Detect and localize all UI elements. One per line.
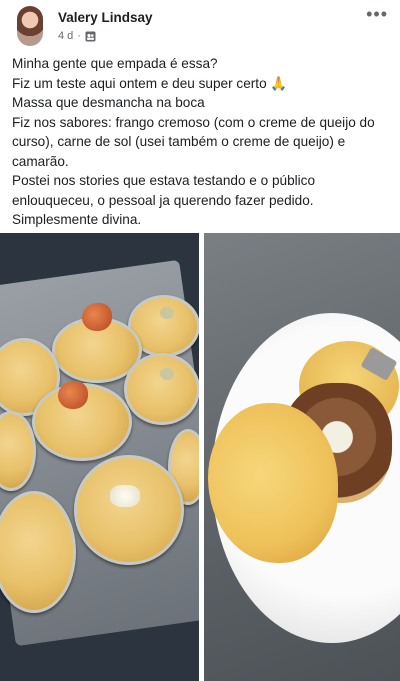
post-line: Minha gente que empada é essa?	[12, 56, 218, 71]
cheese-topping	[110, 485, 140, 507]
friends-icon	[85, 31, 96, 42]
post-line: Simplesmente divina.	[12, 212, 142, 227]
post-line: Massa que desmancha na boca	[12, 95, 205, 110]
empada-topping	[160, 368, 174, 380]
shrimp-topping	[58, 381, 88, 409]
more-options-icon[interactable]: •••	[366, 4, 388, 25]
post-time[interactable]: 4 d	[58, 30, 73, 42]
meta-separator: ·	[77, 30, 81, 42]
empada	[124, 353, 199, 425]
post-header: Valery Lindsay 4 d · •••	[0, 0, 400, 50]
photo-tray-of-empadas[interactable]	[0, 233, 199, 681]
post-meta: 4 d ·	[58, 30, 96, 42]
post-line: Postei nos stories que estava testando e…	[12, 173, 316, 208]
post-line: Fiz nos sabores: frango cremoso (com o c…	[12, 114, 375, 169]
author-name[interactable]: Valery Lindsay	[58, 10, 153, 25]
empada	[74, 455, 184, 565]
post-message: Minha gente que empada é essa? Fiz um te…	[12, 54, 394, 230]
avatar[interactable]	[17, 6, 43, 46]
post-line: Fiz um teste aqui ontem e deu super cert…	[12, 75, 288, 91]
empada-topping	[160, 307, 174, 319]
photo-cut-empada-on-plate[interactable]	[204, 233, 400, 681]
shrimp-topping	[82, 303, 112, 331]
